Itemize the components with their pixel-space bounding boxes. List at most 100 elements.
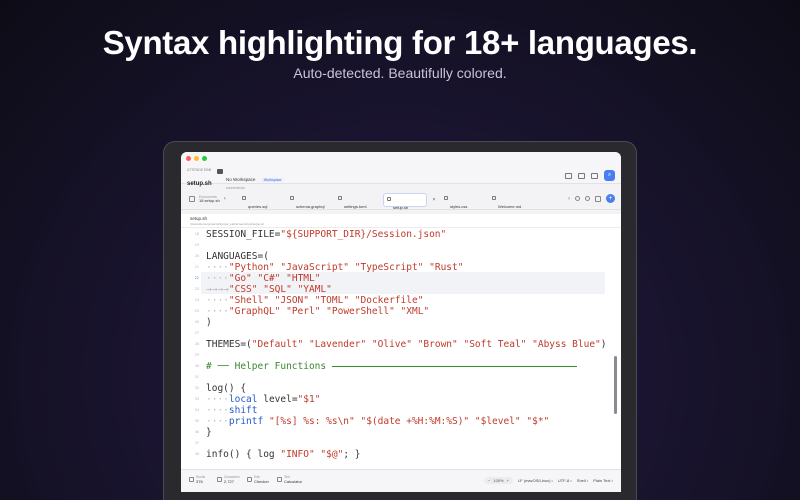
tab-styles-css[interactable]: styles.cssPlain Text [441,193,485,217]
language-select[interactable]: Shell ▾ [577,478,588,483]
code-line: THEMES=("Default" "Lavender" "Olive" "Br… [206,339,607,350]
tab-schema-graphql[interactable]: schema.graphqlPlain Text [287,193,331,217]
code-line: ····"Python" "JavaScript" "TypeScript" "… [206,262,464,273]
encoding-select[interactable]: UTF-8 ▾ [558,478,572,483]
title-bar: ATTENDE EBB setup.sh No Workspace Worksp… [181,152,621,190]
checker-tool[interactable]: Edit Checker [247,475,269,484]
words-icon [189,477,194,482]
file-icon [290,196,294,200]
line-number: 29 [194,353,199,357]
file-name: setup.sh [190,216,208,221]
characters-icon [217,477,222,482]
tab-name: settings.toml [344,204,367,209]
chevron-down-icon: ▾ [611,478,613,483]
line-number: 37 [194,441,199,445]
tab-name: styles.css [450,204,468,209]
line-number: 31 [194,375,199,379]
line-number: 32 [194,386,199,390]
tab-welcome-md[interactable]: Welcome.mdMarkdown [489,193,533,217]
status-controls: − 100% + LF (macOS/Linux) ▾ UTF-8 ▾ Shell ▾… [484,477,613,484]
file-icon [338,196,342,200]
chevron-left-icon[interactable]: ‹ [224,196,226,202]
calculator-icon [277,477,282,482]
file-icon [492,196,496,200]
split-view-icon[interactable] [595,195,601,202]
zoom-control: − 100% + [484,477,513,484]
line-number: 35 [194,419,199,423]
search-button[interactable]: ⌕ [604,170,615,181]
file-header: setup.sh /Users/demo/projects/Syntax_Lab… [181,214,621,228]
tab-name: queries.sql [248,204,268,209]
hero-title: Syntax highlighting for 18+ languages. [102,24,698,61]
project-selector[interactable]: ATTENDE EBB setup.sh [187,168,212,190]
language-value: Shell [576,478,586,483]
chevron-right-icon[interactable]: › [568,196,570,202]
checker-icon [247,477,252,482]
sidebar-toggle-icon[interactable] [189,196,195,202]
close-window-button[interactable] [186,156,191,161]
code-line: ····printf "[%s] %s: %s\n" "$(date +%H:%… [206,416,550,427]
line-number: 21 [194,265,199,269]
calculator-tool[interactable]: Text Calculator [277,475,302,484]
code-line: SESSION_FILE="${SUPPORT_DIR}/Session.jso… [206,229,447,240]
syntax-select[interactable]: Plain Text ▾ [593,478,613,483]
sidebar-icon[interactable] [591,172,598,179]
line-number: 27 [194,331,199,335]
line-number: 25 [194,309,199,313]
line-number-gutter: 18 19 20 21 22 23 24 25 26 27 28 29 30 3… [181,228,201,469]
line-number: 36 [194,430,199,434]
code-line: ····"Go" "C#" "HTML" [206,273,321,284]
zoom-window-button[interactable] [202,156,207,161]
code-line: log() { [206,383,247,394]
line-endings-select[interactable]: LF (macOS/Linux) ▾ [518,478,553,483]
code-line: } [206,427,212,438]
code-line: LANGUAGES=( [206,251,269,262]
code-line: info() { log "INFO" "$@"; } [206,449,361,460]
add-tab-button[interactable]: + [606,194,615,203]
settings-icon[interactable] [585,196,590,201]
line-number: 20 [194,254,199,258]
code-line: ) [206,317,212,328]
words-value: 376 [196,479,203,484]
file-path: /Users/demo/projects/Syntax_Lab/screensh… [190,222,265,226]
chevron-down-icon: ▾ [570,478,572,483]
tab-name: schema.graphql [296,204,325,209]
line-number: 28 [194,342,199,346]
line-endings-value: LF (macOS/Linux) [517,478,551,483]
tab-setup-sh[interactable]: setup.shPlain Text [383,193,427,218]
folder-icon [217,169,223,174]
search-icon: ⌕ [607,172,612,178]
close-tab-icon[interactable]: × [431,193,437,207]
tab-queries-sql[interactable]: queries.sqlPlain Text [239,193,283,217]
chevron-down-icon: ▾ [586,478,589,483]
history-icon[interactable] [575,196,580,201]
file-icon [387,197,391,201]
tab-settings-toml[interactable]: settings.tomlPlain Text [335,193,379,217]
hero-subtitle: Auto-detected. Beautifully colored. [293,65,507,81]
encoding-value: UTF-8 [557,478,570,483]
app-window: ATTENDE EBB setup.sh No Workspace Worksp… [181,152,621,492]
line-number: 18 [194,232,199,236]
code-line: ····local level="$1" [206,394,321,405]
characters-value: 2,727 [224,479,235,484]
toolbar-actions: ⌕ [565,170,615,181]
zoom-in-button[interactable]: + [507,478,509,483]
file-icon [444,196,448,200]
project-label: ATTENDE EBB [187,168,212,172]
line-number: 38 [194,452,199,456]
minimize-window-button[interactable] [194,156,199,161]
word-count: Words 376 [189,475,205,484]
line-number: 30 [194,364,199,368]
window-icon[interactable] [578,172,585,179]
character-count: Characters 2,727 [217,475,240,484]
tab-list: queries.sqlPlain Text schema.graphqlPlai… [239,193,533,218]
workspace-name: No Workspace [226,177,256,182]
zoom-out-button[interactable]: − [488,478,490,483]
code-editor[interactable]: 18 19 20 21 22 23 24 25 26 27 28 29 30 3… [181,228,621,469]
file-icon [242,196,246,200]
line-number: 19 [194,243,199,247]
workspace-selector[interactable]: No Workspace Workspace screenshots [217,168,284,190]
folder-open-icon[interactable] [565,172,572,179]
code-line: # ── Helper Functions [206,361,578,372]
vertical-scrollbar[interactable] [614,356,617,414]
